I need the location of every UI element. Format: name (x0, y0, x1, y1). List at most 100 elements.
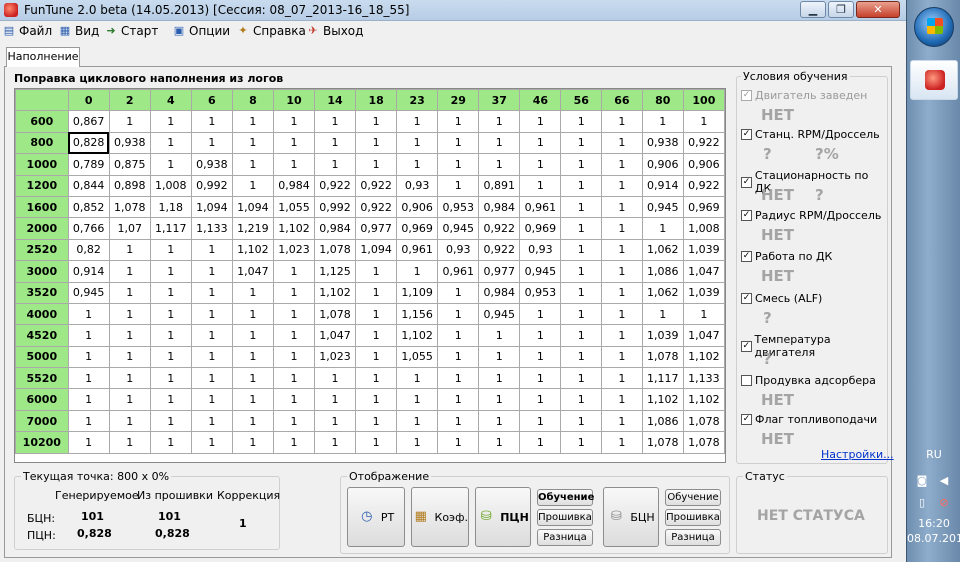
grid-cell[interactable]: 0,875 (108, 153, 151, 176)
grid-cell[interactable]: 0,789 (67, 153, 110, 176)
grid-cell[interactable]: 0,922 (314, 174, 357, 197)
grid-cell[interactable]: 1 (67, 345, 110, 369)
grid-cell[interactable]: 1 (231, 110, 274, 133)
grid-cell[interactable]: 1 (149, 367, 192, 390)
grid-cell[interactable]: 0,984 (478, 281, 521, 304)
grid-cell[interactable]: 1 (231, 388, 274, 411)
grid-cell[interactable]: 1 (478, 153, 521, 176)
grid-cell[interactable]: 1 (108, 367, 151, 390)
grid-cell[interactable]: 1,094 (231, 195, 274, 219)
grid-cell[interactable]: 1 (396, 431, 439, 454)
grid-cell[interactable]: 1 (149, 345, 192, 369)
checkbox-icon[interactable]: ✓ (741, 414, 752, 425)
condition-checkbox[interactable]: ✓ Радиус RPM/Дроссель (741, 209, 881, 222)
grid-cell[interactable]: 1 (272, 367, 316, 390)
grid-cell[interactable]: 0,992 (314, 195, 357, 219)
usb-icon[interactable]: ▯ (915, 496, 929, 510)
grid-cell[interactable]: 1 (682, 110, 725, 133)
grid-cell[interactable]: 1 (437, 302, 480, 326)
grid-cell[interactable]: 1 (314, 367, 357, 390)
grid-cell[interactable]: 1 (560, 131, 603, 155)
grid-cell[interactable]: 1 (519, 431, 562, 454)
speaker-icon[interactable]: ◀ (937, 474, 951, 488)
grid-cell[interactable]: 1,055 (272, 195, 316, 219)
grid-cell[interactable]: 1,117 (641, 367, 684, 390)
grid-cell[interactable]: 1 (478, 324, 521, 347)
grid-cell[interactable]: 0,844 (67, 174, 110, 197)
grid-cell[interactable]: 0,898 (108, 174, 151, 197)
network-icon[interactable]: ◙ (915, 474, 929, 488)
grid-cell[interactable]: 1 (437, 345, 480, 369)
grid-cell[interactable]: 1 (478, 131, 521, 155)
clock-time[interactable]: 16:20 (907, 517, 960, 530)
grid-cell[interactable]: 1 (355, 367, 398, 390)
grid-cell[interactable]: 1 (149, 388, 192, 411)
grid-cell[interactable]: 0,992 (190, 174, 233, 197)
grid-cell[interactable]: 1 (478, 388, 521, 411)
grid-cell[interactable]: 1 (601, 153, 643, 176)
grid-cell[interactable]: 1 (396, 388, 439, 411)
grid-cell[interactable]: 1 (355, 431, 398, 454)
grid-cell[interactable]: 1 (355, 409, 398, 433)
grid-cell[interactable]: 1 (560, 302, 603, 326)
grid-cell[interactable]: 1 (437, 388, 480, 411)
grid-cell[interactable]: 0,945 (641, 195, 684, 219)
grid-cell[interactable]: 1 (478, 431, 521, 454)
grid-cell[interactable]: 1,078 (641, 345, 684, 369)
grid-cell[interactable]: 1,078 (314, 302, 357, 326)
grid-cell[interactable]: 1 (108, 110, 151, 133)
grid-cell[interactable]: 1 (231, 345, 274, 369)
grid-cell[interactable]: 1 (560, 174, 603, 197)
grid-cell[interactable]: 0,906 (396, 195, 439, 219)
grid-cell[interactable]: 0,93 (396, 174, 439, 197)
grid-cell[interactable]: 0,969 (519, 217, 562, 240)
menu-view[interactable]: ▦ Вид (58, 23, 100, 39)
grid-cell[interactable]: 0,961 (396, 238, 439, 262)
grid-cell[interactable]: 1 (396, 260, 439, 283)
grid-cell[interactable]: 1 (272, 153, 316, 176)
grid-cell[interactable]: 1 (355, 281, 398, 304)
grid-cell[interactable]: 1,008 (149, 174, 192, 197)
grid-cell[interactable]: 1 (437, 110, 480, 133)
grid-cell[interactable]: 1 (67, 324, 110, 347)
grid-cell[interactable]: 1 (108, 431, 151, 454)
pcn-learning-button[interactable]: Обучение (537, 489, 594, 506)
minimize-button[interactable]: ▁ (800, 1, 826, 18)
grid-cell[interactable]: 1 (231, 174, 274, 197)
grid-cell[interactable]: 1 (190, 324, 233, 347)
grid-cell[interactable]: 0,953 (437, 195, 480, 219)
bcn-diff-button[interactable]: Разница (665, 529, 721, 546)
grid-cell[interactable]: 1 (190, 431, 233, 454)
grid-cell[interactable]: 1 (396, 367, 439, 390)
grid-cell[interactable]: 1 (272, 345, 316, 369)
grid-cell[interactable]: 1 (190, 345, 233, 369)
grid-cell[interactable]: 1 (67, 302, 110, 326)
grid-cell[interactable]: 1 (355, 345, 398, 369)
clock-date[interactable]: 08.07.2013 (907, 532, 960, 545)
grid-cell[interactable]: 1 (355, 153, 398, 176)
grid-cell[interactable]: 1 (478, 110, 521, 133)
fill-correction-grid[interactable]: 0 2 4 6 8 10 14 18 23 29 37 46 56 66 80 100 600 0,867 1 1 1… (14, 88, 726, 463)
grid-cell[interactable]: 0,922 (478, 217, 521, 240)
grid-cell[interactable]: 1 (272, 431, 316, 454)
grid-cell[interactable]: 1 (108, 345, 151, 369)
koef-button[interactable]: ▦ Коэф. (411, 487, 469, 547)
grid-cell[interactable]: 1,133 (190, 217, 233, 240)
grid-cell[interactable]: 1 (108, 302, 151, 326)
grid-cell[interactable]: 1,039 (682, 238, 725, 262)
grid-cell[interactable]: 0,984 (314, 217, 357, 240)
pcn-firmware-button[interactable]: Прошивка (537, 509, 593, 526)
grid-cell[interactable]: 1 (272, 131, 316, 155)
grid-cell[interactable]: 1 (601, 217, 643, 240)
grid-cell[interactable]: 1 (67, 409, 110, 433)
grid-cell[interactable]: 1 (519, 324, 562, 347)
grid-cell[interactable]: 1 (231, 131, 274, 155)
grid-cell[interactable]: 1 (149, 153, 192, 176)
grid-cell[interactable]: 1 (560, 431, 603, 454)
menu-start[interactable]: ➜ Старт (104, 23, 158, 39)
grid-cell[interactable]: 1,055 (396, 345, 439, 369)
grid-cell[interactable]: 1 (231, 324, 274, 347)
grid-cell[interactable]: 1 (149, 302, 192, 326)
checkbox-icon[interactable] (741, 375, 752, 386)
grid-cell[interactable]: 0,914 (67, 260, 110, 283)
